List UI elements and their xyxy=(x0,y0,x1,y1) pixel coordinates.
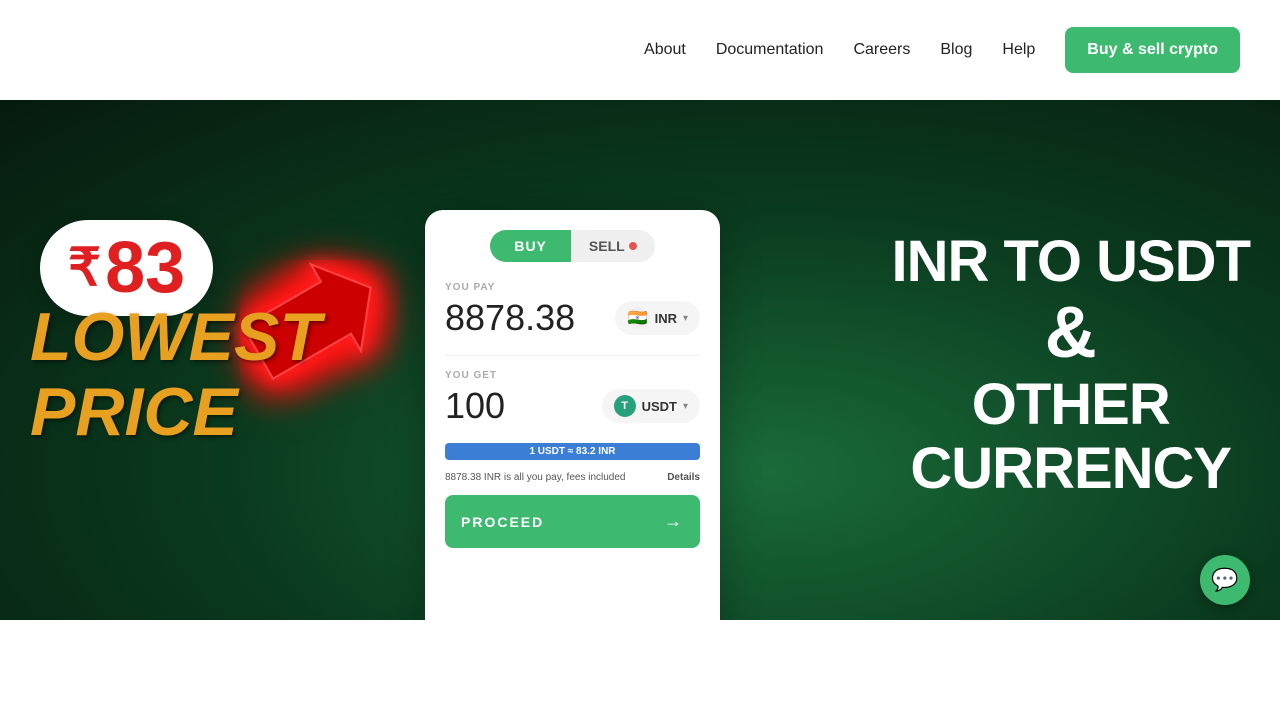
inr-flag: 🇮🇳 xyxy=(627,307,649,329)
fee-text: 8878.38 INR is all you pay, fees include… xyxy=(445,472,625,483)
you-get-value: 100 xyxy=(445,385,505,427)
usdt-flag: T xyxy=(614,395,636,417)
lowest-price-text: LOWEST PRICE xyxy=(30,300,321,450)
buy-sell-cta-button[interactable]: Buy & sell crypto xyxy=(1065,27,1240,73)
nav-documentation[interactable]: Documentation xyxy=(716,41,824,59)
bottom-strip xyxy=(0,620,1280,720)
proceed-button[interactable]: PROCEED → xyxy=(445,495,700,548)
usdt-chevron-icon: ▾ xyxy=(683,401,688,412)
nav-help[interactable]: Help xyxy=(1002,41,1035,59)
right-heading: INR TO USDT & OTHER CURRENCY xyxy=(892,230,1251,501)
you-pay-value: 8878.38 xyxy=(445,297,575,339)
right-text-amp: & xyxy=(892,294,1251,373)
divider xyxy=(445,355,700,356)
rupee-symbol: ₹ xyxy=(68,242,101,294)
inr-code: INR xyxy=(655,311,677,326)
tab-sell-button[interactable]: SELL xyxy=(571,230,655,262)
inr-chevron-icon: ▾ xyxy=(683,313,688,324)
right-text-line4: CURRENCY xyxy=(892,437,1251,501)
rate-pill: 1 USDT ≈ 83.2 INR xyxy=(445,443,700,460)
fee-row: 8878.38 INR is all you pay, fees include… xyxy=(445,472,700,483)
usdt-currency-selector[interactable]: T USDT ▾ xyxy=(602,389,700,423)
chat-icon: 💬 xyxy=(1211,567,1238,593)
navbar: About Documentation Careers Blog Help Bu… xyxy=(0,0,1280,100)
exchange-card: BUY SELL YOU PAY 8878.38 🇮🇳 INR ▾ YOU GE… xyxy=(425,210,720,690)
proceed-arrow-icon: → xyxy=(664,511,684,532)
chat-button[interactable]: 💬 xyxy=(1200,555,1250,605)
inr-currency-selector[interactable]: 🇮🇳 INR ▾ xyxy=(615,301,700,335)
nav-careers[interactable]: Careers xyxy=(853,41,910,59)
tab-buy-button[interactable]: BUY xyxy=(490,230,571,262)
card-tabs: BUY SELL xyxy=(445,230,700,262)
you-get-row: 100 T USDT ▾ xyxy=(445,385,700,427)
usdt-code: USDT xyxy=(642,399,677,414)
you-pay-label: YOU PAY xyxy=(445,282,700,293)
proceed-label: PROCEED xyxy=(461,514,544,530)
rupee-number: 83 xyxy=(105,232,185,304)
you-pay-row: 8878.38 🇮🇳 INR ▾ xyxy=(445,297,700,339)
right-text-line1: INR TO USDT xyxy=(892,230,1251,294)
details-link[interactable]: Details xyxy=(667,472,700,483)
nav-about[interactable]: About xyxy=(644,41,686,59)
sell-dot xyxy=(629,242,637,250)
you-get-label: YOU GET xyxy=(445,370,700,381)
nav-blog[interactable]: Blog xyxy=(940,41,972,59)
right-text-line3: OTHER xyxy=(892,373,1251,437)
